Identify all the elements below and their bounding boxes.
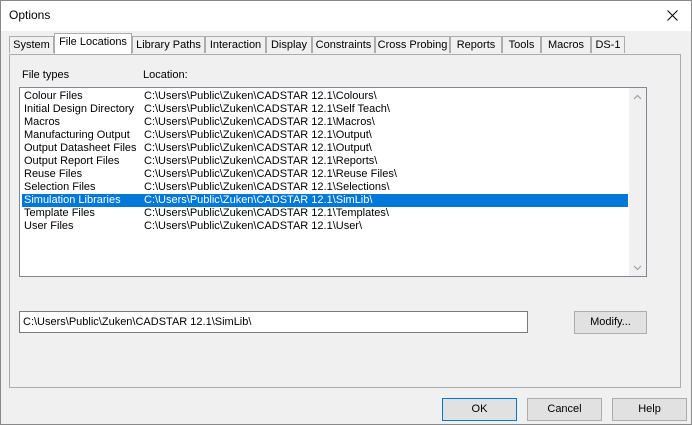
scroll-down-arrow-icon (633, 265, 642, 270)
list-item[interactable]: Manufacturing Output C:\Users\Public\Zuk… (22, 129, 628, 142)
location-cell: C:\Users\Public\Zuken\CADSTAR 12.1\User\ (144, 220, 363, 232)
file-type-cell: Output Datasheet Files (24, 142, 137, 154)
close-button[interactable] (659, 3, 685, 27)
location-cell: C:\Users\Public\Zuken\CADSTAR 12.1\SimLi… (144, 194, 373, 206)
file-type-cell: Initial Design Directory (24, 103, 135, 115)
file-type-cell: Template Files (24, 207, 95, 219)
tab-ds-1[interactable]: DS-1 (591, 36, 625, 53)
file-locations-panel: File types Location: Colour Files C:\Use… (9, 54, 681, 388)
options-dialog: Options System File Locations Library Pa… (0, 0, 692, 425)
list-item[interactable]: Output Datasheet Files C:\Users\Public\Z… (22, 142, 628, 155)
location-cell: C:\Users\Public\Zuken\CADSTAR 12.1\Outpu… (144, 129, 372, 141)
help-button[interactable]: Help (612, 398, 687, 421)
location-cell: C:\Users\Public\Zuken\CADSTAR 12.1\Self … (144, 103, 390, 115)
tab-file-locations[interactable]: File Locations (54, 33, 132, 54)
tab-constraints[interactable]: Constraints (312, 36, 375, 53)
tab-cross-probing[interactable]: Cross Probing (375, 36, 450, 53)
list-item[interactable]: Initial Design Directory C:\Users\Public… (22, 103, 628, 116)
file-type-cell: Macros (24, 116, 61, 128)
list-item[interactable]: Macros C:\Users\Public\Zuken\CADSTAR 12.… (22, 116, 628, 129)
tab-library-paths[interactable]: Library Paths (132, 36, 205, 53)
list-item[interactable]: User Files C:\Users\Public\Zuken\CADSTAR… (22, 220, 628, 233)
tab-macros[interactable]: Macros (541, 36, 591, 53)
list-item[interactable]: Output Report Files C:\Users\Public\Zuke… (22, 155, 628, 168)
ok-button[interactable]: OK (442, 398, 517, 421)
location-cell: C:\Users\Public\Zuken\CADSTAR 12.1\Colou… (144, 90, 377, 102)
file-type-cell: Colour Files (24, 90, 83, 102)
list-item[interactable]: Reuse Files C:\Users\Public\Zuken\CADSTA… (22, 168, 628, 181)
file-type-cell: Manufacturing Output (24, 129, 130, 141)
tab-tools[interactable]: Tools (502, 36, 541, 53)
scroll-up-button[interactable] (629, 88, 646, 105)
location-cell: C:\Users\Public\Zuken\CADSTAR 12.1\Repor… (144, 155, 378, 167)
location-cell: C:\Users\Public\Zuken\CADSTAR 12.1\Outpu… (144, 142, 372, 154)
location-path-field[interactable] (19, 311, 528, 333)
list-item[interactable]: Colour Files C:\Users\Public\Zuken\CADST… (22, 90, 628, 103)
file-type-cell: Simulation Libraries (24, 194, 121, 206)
list-item-selected[interactable]: Simulation Libraries C:\Users\Public\Zuk… (22, 194, 628, 207)
list-item[interactable]: Template Files C:\Users\Public\Zuken\CAD… (22, 207, 628, 220)
vertical-scrollbar[interactable] (629, 88, 646, 276)
location-cell: C:\Users\Public\Zuken\CADSTAR 12.1\Templ… (144, 207, 389, 219)
location-cell: C:\Users\Public\Zuken\CADSTAR 12.1\Reuse… (144, 168, 397, 180)
tab-reports[interactable]: Reports (450, 36, 502, 53)
scroll-down-button[interactable] (629, 259, 646, 276)
close-icon (666, 9, 678, 21)
file-type-cell: Reuse Files (24, 168, 83, 180)
file-types-header: File types (22, 69, 70, 81)
scroll-up-arrow-icon (633, 94, 642, 99)
file-locations-list[interactable]: Colour Files C:\Users\Public\Zuken\CADST… (19, 87, 647, 277)
title-bar: Options (1, 1, 691, 31)
file-type-cell: User Files (24, 220, 74, 232)
cancel-button[interactable]: Cancel (527, 398, 602, 421)
tab-interaction[interactable]: Interaction (205, 36, 266, 53)
location-cell: C:\Users\Public\Zuken\CADSTAR 12.1\Selec… (144, 181, 390, 193)
file-type-cell: Selection Files (24, 181, 96, 193)
file-type-cell: Output Report Files (24, 155, 120, 167)
location-header: Location: (143, 69, 188, 81)
window-title: Options (9, 8, 51, 22)
tab-system[interactable]: System (9, 36, 54, 53)
tab-display[interactable]: Display (266, 36, 312, 53)
location-cell: C:\Users\Public\Zuken\CADSTAR 12.1\Macro… (144, 116, 375, 128)
list-item[interactable]: Selection Files C:\Users\Public\Zuken\CA… (22, 181, 628, 194)
modify-button[interactable]: Modify... (574, 311, 647, 334)
